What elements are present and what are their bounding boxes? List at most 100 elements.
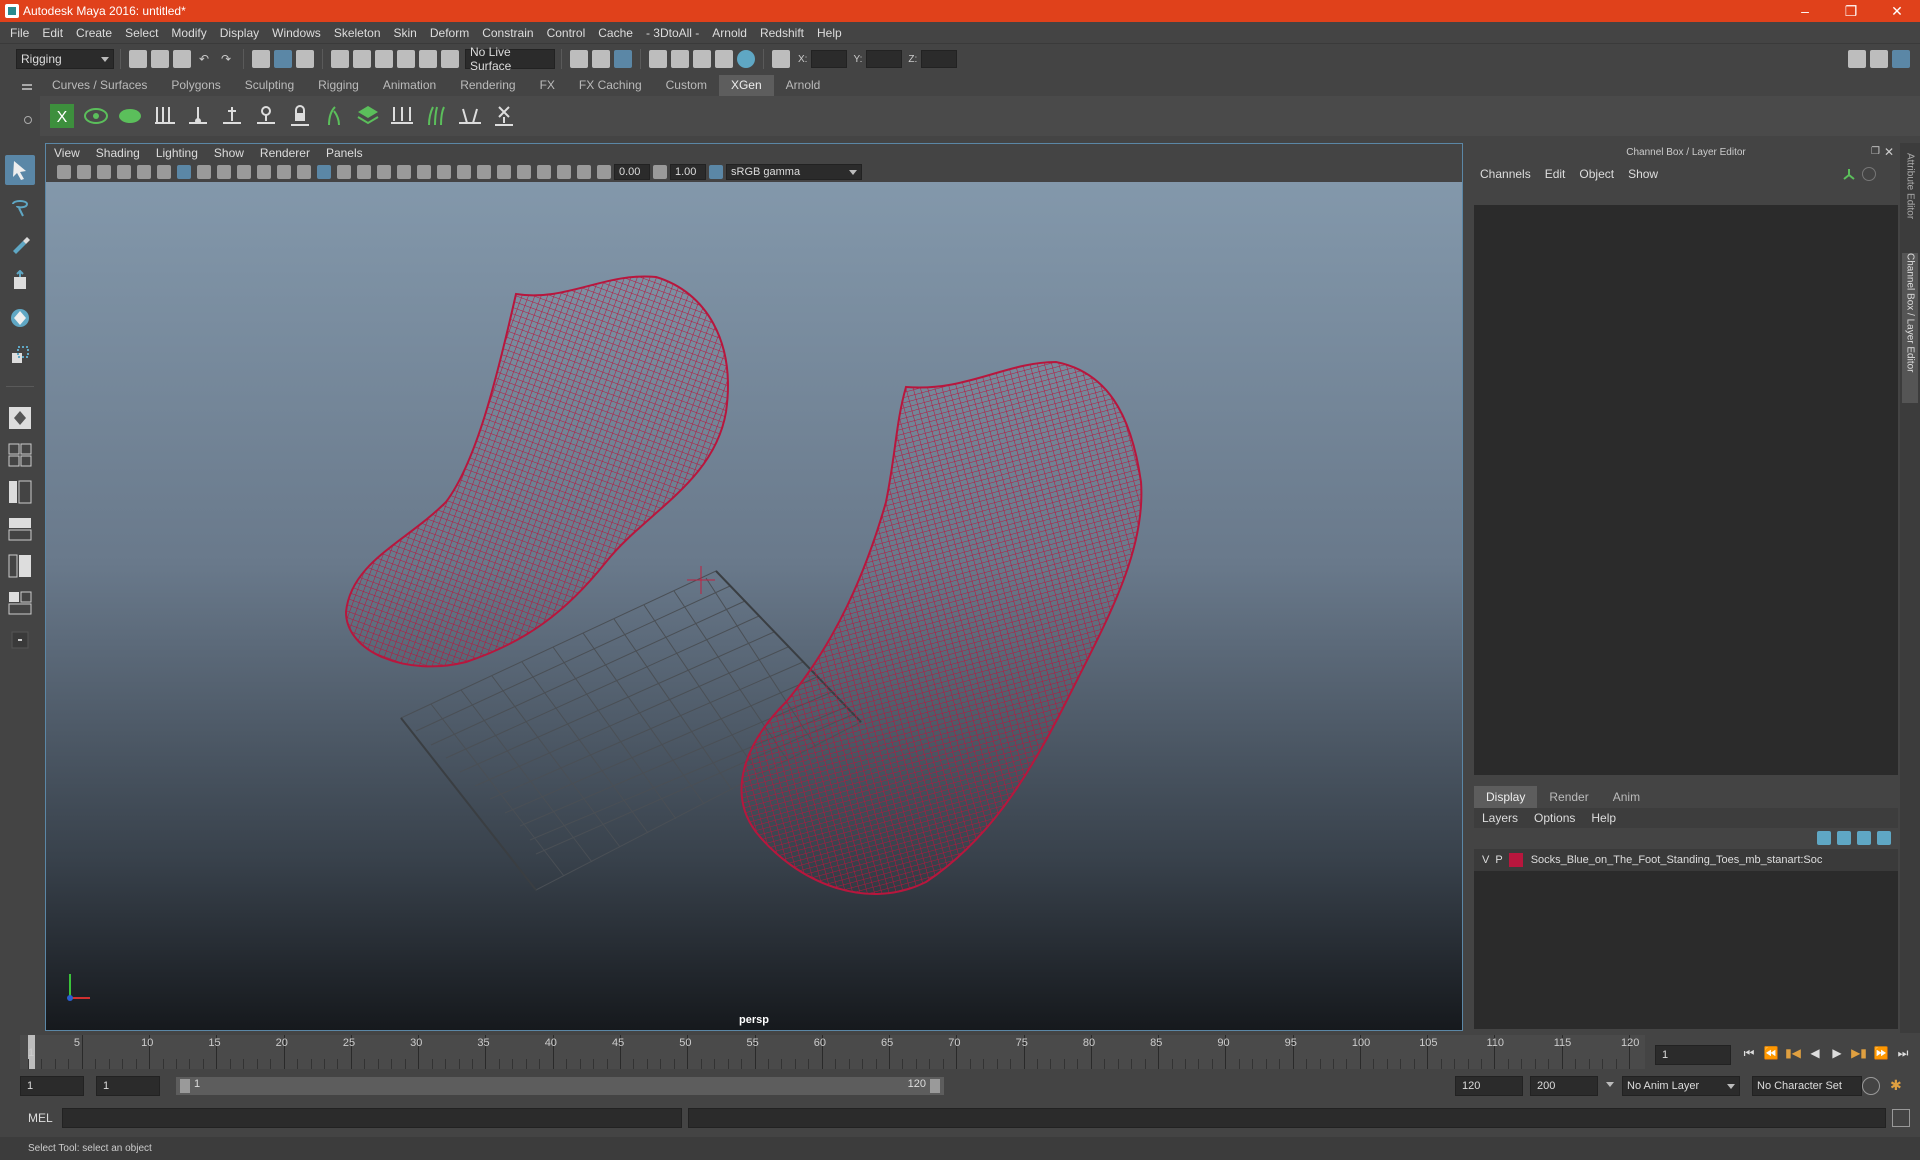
move-layer-up-icon[interactable]	[1817, 831, 1831, 845]
shelf-tab-fx[interactable]: FX	[528, 75, 567, 96]
shelf-tab-rigging[interactable]: Rigging	[306, 75, 371, 96]
play-backward-icon[interactable]: ◀	[1804, 1044, 1826, 1062]
character-set-dropdown[interactable]: No Character Set	[1752, 1076, 1862, 1096]
modeling-toolkit-icon[interactable]	[1848, 50, 1866, 68]
xgen-delete-icon[interactable]	[490, 102, 518, 130]
shelf-tab-sculpting[interactable]: Sculpting	[233, 75, 306, 96]
wireframe-on-shaded-icon[interactable]	[357, 165, 371, 179]
grease-pencil-icon[interactable]	[137, 165, 151, 179]
current-frame-field[interactable]: 1	[1655, 1045, 1731, 1065]
lasso-tool-icon[interactable]	[5, 192, 35, 222]
motion-blur-icon[interactable]	[457, 165, 471, 179]
layer-playback-toggle[interactable]: P	[1495, 854, 1502, 866]
field-chart-icon[interactable]	[257, 165, 271, 179]
range-options-arrow[interactable]	[1606, 1082, 1614, 1087]
cb-manipulator-icon[interactable]	[1842, 167, 1856, 181]
attribute-editor-toggle-icon[interactable]	[1870, 50, 1888, 68]
construction-history-icon[interactable]	[614, 50, 632, 68]
rotate-tool-icon[interactable]	[5, 303, 35, 333]
grid-toggle-icon[interactable]	[177, 165, 191, 179]
depth-of-field-icon[interactable]	[497, 165, 511, 179]
attribute-editor-tab[interactable]: Attribute Editor	[1902, 153, 1918, 233]
xgen-cut-icon[interactable]	[456, 102, 484, 130]
shelf-tab-polygons[interactable]: Polygons	[159, 75, 232, 96]
xgen-guide-visibility-icon[interactable]	[252, 102, 280, 130]
menu-file[interactable]: File	[10, 26, 29, 40]
menu-display[interactable]: Display	[220, 26, 259, 40]
range-end-handle[interactable]	[930, 1079, 940, 1093]
shelf-tab-rendering[interactable]: Rendering	[448, 75, 527, 96]
xray-active-icon[interactable]	[557, 165, 571, 179]
range-slider[interactable]: 1 120	[176, 1077, 944, 1095]
save-scene-icon[interactable]	[173, 50, 191, 68]
step-forward-key-icon[interactable]: ⏩	[1870, 1044, 1892, 1062]
xgen-description-icon[interactable]	[116, 102, 144, 130]
menu-cache[interactable]: Cache	[598, 26, 633, 40]
gamma-field[interactable]: 1.00	[670, 164, 706, 180]
gate-mask-icon[interactable]	[237, 165, 251, 179]
panel-menu-shading[interactable]: Shading	[96, 146, 140, 160]
snap-curve-icon[interactable]	[353, 50, 371, 68]
menu-edit[interactable]: Edit	[42, 26, 63, 40]
new-layer-selected-icon[interactable]	[1877, 831, 1891, 845]
xray-icon[interactable]	[537, 165, 551, 179]
undo-icon[interactable]: ↶	[195, 50, 213, 68]
smooth-shade-icon[interactable]	[337, 165, 351, 179]
select-object-icon[interactable]	[274, 50, 292, 68]
safe-title-icon[interactable]	[297, 165, 311, 179]
xgen-comb-icon[interactable]	[422, 102, 450, 130]
snap-surface-icon[interactable]	[419, 50, 437, 68]
layer-tab-display[interactable]: Display	[1474, 786, 1538, 808]
view-transform-dropdown[interactable]: sRGB gamma	[726, 164, 862, 180]
x-coordinate-field[interactable]	[811, 50, 848, 68]
gamma-icon[interactable]	[653, 165, 667, 179]
persp-hypershade-layout-icon[interactable]	[5, 588, 35, 618]
menu-control[interactable]: Control	[547, 26, 586, 40]
open-scene-icon[interactable]	[151, 50, 169, 68]
output-ops-icon[interactable]	[592, 50, 610, 68]
layout-options-icon[interactable]	[5, 625, 35, 655]
panel-menu-renderer[interactable]: Renderer	[260, 146, 310, 160]
menu-constrain[interactable]: Constrain	[482, 26, 533, 40]
transform-mode-icon[interactable]	[772, 50, 790, 68]
le-menu-help[interactable]: Help	[1591, 811, 1616, 825]
menu-windows[interactable]: Windows	[272, 26, 321, 40]
image-plane-icon[interactable]	[117, 165, 131, 179]
render-settings-icon[interactable]	[715, 50, 733, 68]
new-scene-icon[interactable]	[129, 50, 147, 68]
panel-menu-lighting[interactable]: Lighting	[156, 146, 198, 160]
single-perspective-layout-icon[interactable]	[5, 403, 35, 433]
snap-grid-icon[interactable]	[331, 50, 349, 68]
close-panel-icon[interactable]: ✕	[1884, 145, 1894, 159]
panel-menu-show[interactable]: Show	[214, 146, 244, 160]
step-forward-frame-icon[interactable]: ▶▮	[1848, 1044, 1870, 1062]
shelf-tab-fx-caching[interactable]: FX Caching	[567, 75, 654, 96]
new-empty-layer-icon[interactable]	[1857, 831, 1871, 845]
play-forward-icon[interactable]: ▶	[1826, 1044, 1848, 1062]
anim-layer-dropdown[interactable]: No Anim Layer	[1622, 1076, 1740, 1096]
move-layer-down-icon[interactable]	[1837, 831, 1851, 845]
shelf-menu-icon[interactable]	[22, 84, 32, 86]
move-tool-icon[interactable]	[5, 266, 35, 296]
render-view-icon[interactable]	[649, 50, 667, 68]
animation-start-field[interactable]: 1	[20, 1076, 84, 1096]
step-back-frame-icon[interactable]: ▮◀	[1782, 1044, 1804, 1062]
menu-redshift[interactable]: Redshift	[760, 26, 804, 40]
xgen-layers-icon[interactable]	[354, 102, 382, 130]
restore-button[interactable]: ❐	[1828, 0, 1874, 22]
input-ops-icon[interactable]	[570, 50, 588, 68]
cb-menu-channels[interactable]: Channels	[1480, 167, 1531, 181]
paint-select-tool-icon[interactable]	[5, 229, 35, 259]
xgen-editor-icon[interactable]: X	[48, 102, 76, 130]
menu-skin[interactable]: Skin	[394, 26, 417, 40]
playback-end-field[interactable]: 120	[1455, 1076, 1523, 1096]
xgen-guide-add-icon[interactable]	[184, 102, 212, 130]
panel-menu-view[interactable]: View	[54, 146, 80, 160]
le-menu-options[interactable]: Options	[1534, 811, 1575, 825]
menuset-dropdown[interactable]: Rigging	[16, 49, 114, 69]
menu-modify[interactable]: Modify	[171, 26, 206, 40]
select-hierarchy-icon[interactable]	[252, 50, 270, 68]
persp-outliner-layout-icon[interactable]	[5, 477, 35, 507]
render-frame-icon[interactable]	[671, 50, 689, 68]
isolate-select-icon[interactable]	[517, 165, 531, 179]
